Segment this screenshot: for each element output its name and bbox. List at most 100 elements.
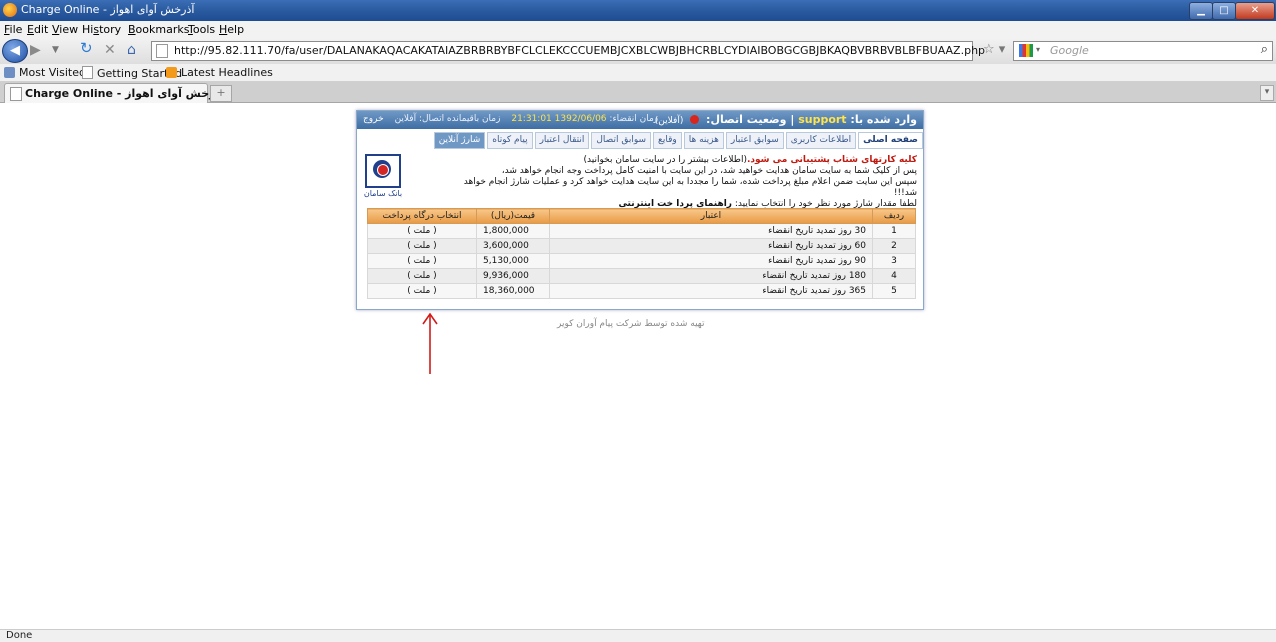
search-box[interactable]: ▾ Google ⌕ [1013,41,1273,61]
reload-icon[interactable]: ↻ [80,41,93,56]
charge-options-table: ردیف اعتبار قیمت(ریال) انتخاب درگاه پردا… [367,208,916,299]
tab-online-charge[interactable]: شارژ آنلاین [433,132,486,149]
tab-connection-history[interactable]: سوابق اتصال [591,132,652,149]
gateway-link-mellat[interactable]: ( ملت ) [367,253,477,269]
logout-link[interactable]: خروج [363,114,384,124]
tab-events[interactable]: وقایع [653,132,682,149]
address-text: http://95.82.111.70/fa/user/DALANAKAQACA… [174,44,986,57]
supported-cards-note: کلیه کارتهای شتاب پشتیبانی می شود. [746,155,917,165]
search-engine-dropdown-icon[interactable]: ▾ [1036,45,1040,54]
menu-bar: File Edit View History Bookmarks Tools H… [0,21,1276,37]
bookmark-latest-headlines[interactable]: Latest Headlines [166,66,273,79]
stop-icon[interactable]: ✕ [104,43,116,57]
new-tab-button[interactable]: + [210,85,232,102]
offline-status-icon [690,115,700,124]
tab-home[interactable]: صفحه اصلی [858,132,923,149]
page-icon [156,44,168,58]
bookmark-most-visited[interactable]: Most Visited [4,66,86,79]
tab-credit-history[interactable]: سوابق اعتبار [725,132,784,149]
tab-costs[interactable]: هزینه ها [683,132,724,149]
saman-info-link[interactable]: (اطلاعات بیشتر را در سایت سامان بخوانید) [584,155,747,165]
session-info: زمان انقضاء: 1392/06/06 21:31:01 زمان با… [363,114,658,124]
status-text: Done [6,630,33,641]
expiry-label: زمان انقضاء: [609,114,659,124]
minimize-button[interactable]: ▁ [1189,2,1213,20]
menu-tools[interactable]: Tools [188,23,215,36]
price-cell: 9,936,000 [476,268,550,284]
price-cell: 3,600,000 [476,238,550,254]
credit-description: 30 روز تمدید تاریخ انقضاء [549,223,873,239]
search-icon[interactable]: ⌕ [1261,42,1268,57]
price-cell: 1,800,000 [476,223,550,239]
menu-history[interactable]: History [82,23,121,36]
credit-description: 60 روز تمدید تاریخ انقضاء [549,238,873,254]
navigation-toolbar: ◀ ▶ ▼ ↻ ✕ ⌂ http://95.82.111.70/fa/user/… [0,37,1276,64]
column-header: ردیف [872,208,916,224]
gateway-link-mellat[interactable]: ( ملت ) [367,268,477,284]
gateway-link-mellat[interactable]: ( ملت ) [367,238,477,254]
credit-description: 365 روز تمدید تاریخ انقضاء [549,283,873,299]
connection-status-label: | وضعیت اتصال: [706,113,795,126]
panel-header: وارد شده با: support | وضعیت اتصال: (آفل… [357,111,923,129]
table-header-row: ردیف اعتبار قیمت(ریال) انتخاب درگاه پردا… [367,208,916,224]
credit-description: 90 روز تمدید تاریخ انقضاء [549,253,873,269]
row-number: 3 [872,253,916,269]
table-row: 3 90 روز تمدید تاریخ انقضاء 5,130,000 ( … [367,253,916,269]
connection-status-value: (آفلاین) [654,116,684,126]
row-number: 1 [872,223,916,239]
history-dropdown-icon[interactable]: ▼ [52,43,59,57]
remaining-time: زمان باقیمانده اتصال: آفلاین [394,114,501,124]
table-row: 1 30 روز تمدید تاریخ انقضاء 1,800,000 ( … [367,223,916,239]
row-number: 2 [872,238,916,254]
payment-instructions: کلیه کارتهای شتاب پشتیبانی می شود.(اطلاع… [443,155,917,210]
charge-panel: وارد شده با: support | وضعیت اتصال: (آفل… [356,110,924,310]
menu-bookmarks[interactable]: Bookmarks [128,23,189,36]
maximize-button[interactable]: □ [1212,2,1236,20]
home-icon[interactable]: ⌂ [127,43,136,57]
list-all-tabs-button[interactable]: ▾ [1260,85,1274,101]
table-row: 4 180 روز تمدید تاریخ انقضاء 9,936,000 (… [367,268,916,284]
tab-sms[interactable]: پیام کوتاه [487,132,533,149]
username: support [798,113,847,126]
address-bar[interactable]: http://95.82.111.70/fa/user/DALANAKAQACA… [151,41,985,61]
annotation-arrow-icon [422,312,438,374]
back-button[interactable]: ◀ [2,39,28,63]
column-header: اعتبار [549,208,873,224]
tab-charge-online[interactable]: Charge Online - آذرخش آوای اهواز [4,83,225,103]
bank-name: بانک سامان [363,189,403,198]
menu-file[interactable]: File [4,23,22,36]
google-icon [1019,44,1033,57]
row-number: 5 [872,283,916,299]
status-bar: Done [0,629,1276,642]
row-number: 4 [872,268,916,284]
gateway-link-mellat[interactable]: ( ملت ) [367,223,477,239]
close-button[interactable]: ✕ [1235,2,1275,20]
window-title: Charge Online - آذرخش آوای اهواز [21,3,195,16]
instruction-line: سپس این سایت ضمن اعلام مبلغ پرداخت شده، … [463,177,917,198]
bank-logo-inner [377,164,389,176]
firefox-icon [3,3,17,17]
column-header: قیمت(ریال) [476,208,550,224]
bank-saman-logo [365,154,401,188]
most-visited-icon [4,67,15,78]
tab-bar: Charge Online - آذرخش آوای اهواز + ▾ [0,82,1276,103]
table-row: 2 60 روز تمدید تاریخ انقضاء 3,600,000 ( … [367,238,916,254]
page-tabs: صفحه اصلی اطلاعات کاربری سوابق اعتبار هز… [357,132,923,149]
forward-button[interactable]: ▶ [30,43,41,57]
footer-credit: تهیه شده توسط شرکت پیام آوران کویر [557,319,705,329]
credit-description: 180 روز تمدید تاریخ انقضاء [549,268,873,284]
expiry-date: 1392/06/06 21:31:01 [511,114,607,124]
logged-in-label: وارد شده با: [850,113,917,126]
rss-icon [166,67,177,78]
page-icon [82,66,93,79]
bookmark-star-icon[interactable]: ☆ ▾ [983,42,1005,57]
gateway-link-mellat[interactable]: ( ملت ) [367,283,477,299]
menu-help[interactable]: Help [219,23,244,36]
menu-view[interactable]: View [52,23,78,36]
menu-edit[interactable]: Edit [27,23,48,36]
price-cell: 5,130,000 [476,253,550,269]
instruction-line: پس از کلیک شما به سایت سامان هدایت خواهی… [501,166,917,176]
tab-credit-transfer[interactable]: انتقال اعتبار [534,132,590,149]
tab-user-info[interactable]: اطلاعات کاربری [785,132,857,149]
window-title-bar: Charge Online - آذرخش آوای اهواز ▁ □ ✕ [0,0,1276,21]
